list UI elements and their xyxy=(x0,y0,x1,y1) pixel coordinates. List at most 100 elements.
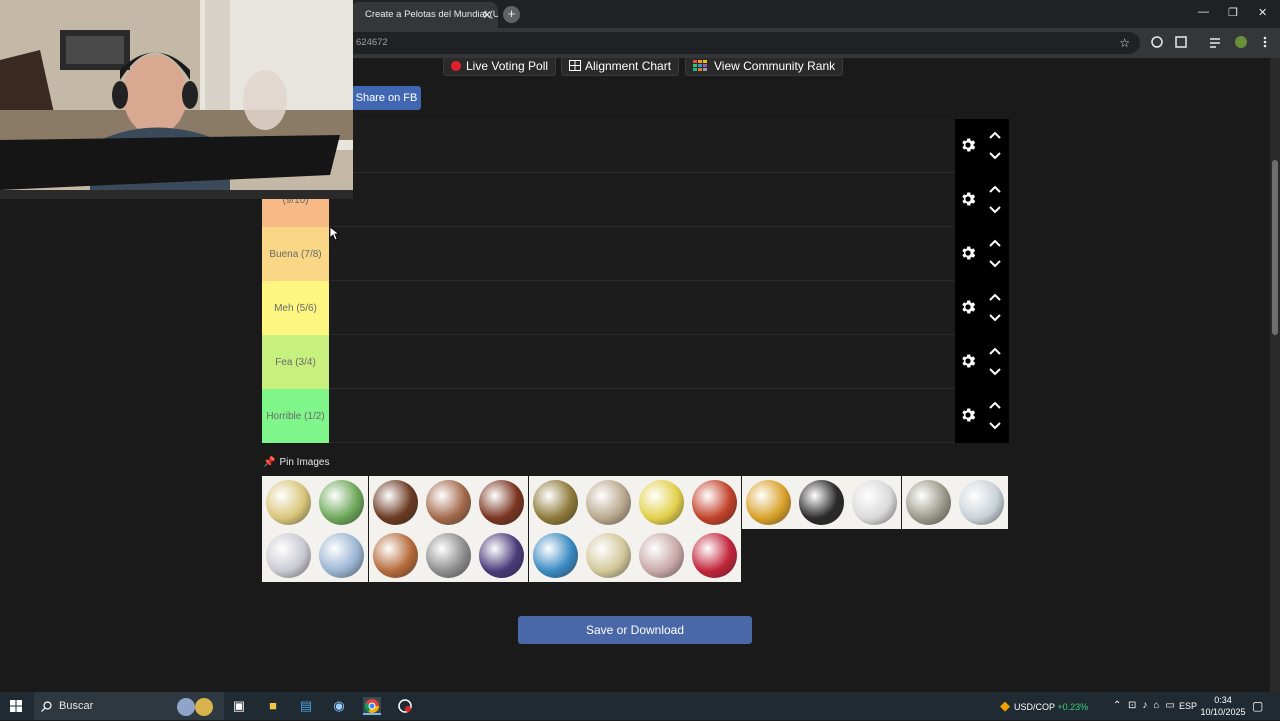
tier-label[interactable]: Meh (5/6) xyxy=(262,281,329,335)
mouse-cursor-icon xyxy=(330,227,340,241)
save-download-button[interactable]: Save or Download xyxy=(518,616,752,644)
alignment-chart-label: Alignment Chart xyxy=(585,59,672,73)
share-fb-button[interactable]: Share on FB xyxy=(352,86,421,110)
minimize-icon[interactable]: — xyxy=(1198,6,1209,18)
gear-icon[interactable] xyxy=(959,298,977,316)
new-tab-button[interactable]: + xyxy=(503,6,520,23)
taskbar-search[interactable]: Buscar xyxy=(34,692,224,720)
pool-item[interactable] xyxy=(421,529,475,582)
gear-icon[interactable] xyxy=(959,406,977,424)
tier-row[interactable]: Meh (5/6) xyxy=(262,281,1009,335)
currency-change: +0.23% xyxy=(1057,702,1089,712)
pool-item[interactable] xyxy=(475,529,529,582)
pool-item[interactable] xyxy=(262,529,315,582)
windows-start-icon[interactable] xyxy=(10,700,22,712)
gear-icon[interactable] xyxy=(959,136,977,154)
clock-time: 0:34 xyxy=(1214,695,1232,705)
chevron-down-icon[interactable] xyxy=(989,206,1001,214)
chevron-down-icon[interactable] xyxy=(989,314,1001,322)
task-view-icon[interactable]: ▣ xyxy=(230,697,248,715)
gear-icon[interactable] xyxy=(959,190,977,208)
chevron-up-icon[interactable] xyxy=(989,185,1001,193)
chevron-down-icon[interactable] xyxy=(989,152,1001,160)
gear-icon[interactable] xyxy=(959,352,977,370)
avatar xyxy=(1235,36,1247,48)
ball-al-rihla-icon xyxy=(639,533,685,578)
ball-teamgeist-icon xyxy=(425,533,471,578)
ball-brazuca-icon xyxy=(319,480,365,525)
pool-item[interactable] xyxy=(315,476,369,529)
steam-icon[interactable]: ◉ xyxy=(330,697,348,715)
ball-etrusco-icon xyxy=(958,480,1004,525)
gear-icon[interactable] xyxy=(959,244,977,262)
pool-item[interactable] xyxy=(581,529,635,582)
window-close-icon[interactable]: ✕ xyxy=(1258,6,1267,19)
clock[interactable]: 0:34 10/10/2025 xyxy=(1199,692,1247,718)
pool-item[interactable] xyxy=(528,529,582,582)
tab-close-icon[interactable]: ✕ xyxy=(482,2,492,28)
pool-item[interactable] xyxy=(954,476,1008,529)
scrollbar-thumb[interactable] xyxy=(1272,160,1278,335)
alignment-chart-button[interactable]: Alignment Chart xyxy=(561,58,680,76)
pool-item[interactable] xyxy=(315,529,369,582)
chevron-down-icon[interactable] xyxy=(989,260,1001,268)
pool-item[interactable] xyxy=(795,476,848,529)
pool-item[interactable] xyxy=(688,529,742,582)
pin-images-toggle[interactable]: 📌 Pin Images xyxy=(263,457,329,468)
tier-label[interactable]: Buena (7/8) xyxy=(262,227,329,281)
pool-item[interactable] xyxy=(848,476,902,529)
pin-icon: 📌 xyxy=(263,457,276,468)
tier-row[interactable]: Buena (7/8) xyxy=(262,227,1009,281)
chevron-up-icon[interactable] xyxy=(989,347,1001,355)
chevron-up-icon[interactable] xyxy=(989,131,1001,139)
address-bar[interactable]: 624672 ☆ xyxy=(350,32,1140,54)
chrome-icon[interactable] xyxy=(363,697,381,715)
community-rank-button[interactable]: View Community Rank xyxy=(685,58,844,76)
shield-icon xyxy=(1151,36,1163,48)
pool-item[interactable] xyxy=(528,476,582,529)
tier-label[interactable]: Horrible (1/2) xyxy=(262,389,329,443)
pool-item[interactable] xyxy=(688,476,742,529)
pool-item[interactable] xyxy=(741,476,795,529)
tier-row[interactable]: (9/10) xyxy=(262,173,1009,227)
restore-icon[interactable]: ❐ xyxy=(1228,6,1238,19)
tier-row[interactable]: Fea (3/4) xyxy=(262,335,1009,389)
tier-row[interactable] xyxy=(262,119,1009,173)
tray-chevron-icon[interactable]: ⌃ xyxy=(1113,692,1121,720)
bookmark-star-icon[interactable]: ☆ xyxy=(1119,32,1130,54)
chevron-up-icon[interactable] xyxy=(989,293,1001,301)
file-explorer-icon[interactable]: ■ xyxy=(264,697,282,715)
chevron-down-icon[interactable] xyxy=(989,368,1001,376)
chevron-up-icon[interactable] xyxy=(989,401,1001,409)
puzzle-icon xyxy=(1175,36,1187,48)
pool-item[interactable] xyxy=(475,476,529,529)
live-voting-label: Live Voting Poll xyxy=(466,59,549,73)
notification-icon[interactable]: ▢ xyxy=(1252,692,1263,720)
record-icon xyxy=(451,61,461,71)
pool-item[interactable] xyxy=(635,476,689,529)
tab-active[interactable]: Create a Pelotas del Mundial (U ✕ xyxy=(350,2,498,28)
tier-row[interactable]: Horrible (1/2) xyxy=(262,389,1009,443)
chevron-up-icon[interactable] xyxy=(989,239,1001,247)
currency-widget[interactable]: ◆ USD/COP +0.23% xyxy=(1000,692,1088,721)
ball-superball-icon xyxy=(585,480,631,525)
pool-item[interactable] xyxy=(635,529,689,582)
pool-item[interactable] xyxy=(421,476,475,529)
store-icon[interactable]: ▤ xyxy=(297,697,315,715)
pool-item[interactable] xyxy=(368,476,422,529)
browser-extension-icons xyxy=(1151,36,1267,48)
live-voting-button[interactable]: Live Voting Poll xyxy=(443,58,557,76)
tier-label[interactable]: Fea (3/4) xyxy=(262,335,329,389)
recording-app-icon[interactable] xyxy=(396,697,414,715)
windows-taskbar: Buscar ▣ ■ ▤ ◉ ◆ USD/COP +0.23% ⌃ ⊡♪⌂▭ ES… xyxy=(0,692,1280,720)
page-scrollbar[interactable] xyxy=(1270,58,1280,692)
language-indicator[interactable]: ESP xyxy=(1179,692,1197,720)
chevron-down-icon[interactable] xyxy=(989,422,1001,430)
pool-item[interactable] xyxy=(581,476,635,529)
pool-item[interactable] xyxy=(262,476,315,529)
ball-vintage-icon xyxy=(425,480,471,525)
system-tray-icons[interactable]: ⊡♪⌂▭ xyxy=(1128,692,1181,720)
queue-icon xyxy=(1210,38,1220,48)
pool-item[interactable] xyxy=(368,529,422,582)
pool-item[interactable] xyxy=(901,476,955,529)
